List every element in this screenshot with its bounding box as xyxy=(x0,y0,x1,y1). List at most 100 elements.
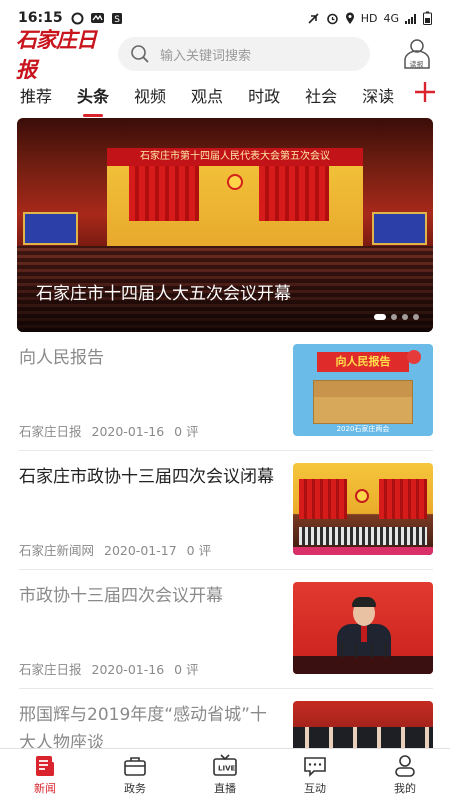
banner-flags-left xyxy=(129,166,199,221)
tab-headlines[interactable]: 头条 xyxy=(77,79,109,111)
news-comments: 0 评 xyxy=(174,424,199,439)
briefcase-icon xyxy=(122,754,148,778)
tabbar-news[interactable]: 新闻 xyxy=(0,749,90,800)
plus-icon xyxy=(415,82,435,102)
news-source: 石家庄新闻网 xyxy=(19,543,95,558)
carousel-dot[interactable] xyxy=(402,314,408,320)
thumb-envelope xyxy=(313,380,413,424)
thumb-mic xyxy=(371,642,373,658)
news-icon xyxy=(32,754,58,778)
svg-text:LIVE: LIVE xyxy=(218,764,235,772)
tabbar-government-label: 政务 xyxy=(124,781,146,795)
tab-society[interactable]: 社会 xyxy=(305,79,337,111)
tabbar-live-label: 直播 xyxy=(214,781,236,795)
thumb-emblem xyxy=(355,489,369,503)
thumb-speaker-hair xyxy=(352,597,376,607)
add-channel-button[interactable] xyxy=(414,80,436,108)
national-emblem xyxy=(227,174,243,190)
news-title: 向人民报告 xyxy=(19,348,104,368)
tabbar-interact-label: 互动 xyxy=(304,781,326,795)
thumb-mic xyxy=(355,642,357,658)
news-text: 市政协十三届四次会议开幕 石家庄日报 2020-01-16 0 评 xyxy=(19,582,293,688)
carousel-dot[interactable] xyxy=(391,314,397,320)
thumb-speaker-tie xyxy=(361,626,367,642)
tab-recommend[interactable]: 推荐 xyxy=(20,79,52,111)
read-paper-label: 读报 xyxy=(410,60,424,69)
alarm-icon xyxy=(326,13,338,24)
news-source: 石家庄日报 xyxy=(19,662,82,677)
banner-hall-title: 石家庄市第十四届人民代表大会第五次会议 xyxy=(107,148,363,166)
news-thumbnail: 向人民报告 2020石家庄两会 xyxy=(293,344,433,436)
headline-banner[interactable]: 石家庄市第十四届人民代表大会第五次会议 石家庄市十四届人大五次会议开幕 xyxy=(17,118,433,332)
category-tabs: 推荐 头条 视频 观点 时政 社会 深读 xyxy=(0,72,450,118)
news-comments: 0 评 xyxy=(186,543,212,558)
chat-icon xyxy=(302,754,328,778)
news-text: 石家庄市政协十三届四次会议闭幕 石家庄新闻网 2020-01-17 0 评 xyxy=(19,463,293,569)
app-notification-icon xyxy=(71,12,84,24)
news-list: 向人民报告 石家庄日报 2020-01-16 0 评 向人民报告 2020石家庄… xyxy=(0,332,450,761)
news-thumbnail xyxy=(293,463,433,555)
news-thumbnail xyxy=(293,582,433,674)
carousel-dot[interactable] xyxy=(374,314,386,320)
news-text: 向人民报告 石家庄日报 2020-01-16 0 评 xyxy=(19,344,293,450)
user-icon xyxy=(392,754,418,778)
thumb-desk xyxy=(293,656,433,674)
banner-screen-left xyxy=(23,212,78,245)
search-icon xyxy=(131,45,149,63)
news-title: 市政协十三届四次会议开幕 xyxy=(19,586,223,606)
location-icon xyxy=(345,12,354,24)
carousel-dot[interactable] xyxy=(413,314,419,320)
tabbar-government[interactable]: 政务 xyxy=(90,749,180,800)
thumb-flags-left xyxy=(299,479,347,519)
live-tv-icon: LIVE xyxy=(212,753,238,778)
banner-screen-right xyxy=(372,212,427,245)
hd-indicator: HD xyxy=(360,11,378,25)
battery-icon xyxy=(423,11,432,25)
tabbar-interact[interactable]: 互动 xyxy=(270,749,360,800)
tab-video[interactable]: 视频 xyxy=(134,79,166,111)
thumb-ribbon: 向人民报告 xyxy=(317,352,409,372)
news-item[interactable]: 石家庄市政协十三届四次会议闭幕 石家庄新闻网 2020-01-17 0 评 xyxy=(19,451,433,570)
thumb-mic xyxy=(341,642,343,658)
banner-flags-right xyxy=(259,166,329,221)
news-meta: 石家庄日报 2020-01-16 0 评 xyxy=(19,659,205,678)
svg-text:S: S xyxy=(114,15,120,25)
read-paper-icon: 读报 xyxy=(404,39,430,69)
bottom-tab-bar: 新闻 政务 LIVE 直播 互动 我的 xyxy=(0,748,450,800)
thumb-badge xyxy=(407,350,421,364)
notification-icons: S xyxy=(71,12,123,25)
news-meta: 石家庄日报 2020-01-16 0 评 xyxy=(19,421,205,440)
signal-icon xyxy=(405,13,416,24)
news-date: 2020-01-16 xyxy=(91,662,165,677)
s-app-icon: S xyxy=(111,12,122,25)
thumb-stage-edge xyxy=(293,547,433,555)
carousel-dots xyxy=(374,314,419,320)
news-date: 2020-01-16 xyxy=(91,424,165,439)
news-item[interactable]: 向人民报告 石家庄日报 2020-01-16 0 评 向人民报告 2020石家庄… xyxy=(19,332,433,451)
signal-4g-label: 4G xyxy=(383,11,399,25)
search-placeholder: 输入关键词搜索 xyxy=(160,48,252,64)
thumb-mic xyxy=(385,642,387,658)
tabbar-mine-label: 我的 xyxy=(394,781,416,795)
news-source: 石家庄日报 xyxy=(19,424,82,439)
news-date: 2020-01-17 xyxy=(104,543,177,558)
banner-caption: 石家庄市十四届人大五次会议开幕 xyxy=(36,284,291,304)
mail-icon xyxy=(90,13,104,23)
thumb-flags-right xyxy=(379,479,427,519)
news-meta: 石家庄新闻网 2020-01-17 0 评 xyxy=(19,540,217,559)
news-title: 石家庄市政协十三届四次会议闭幕 xyxy=(19,467,274,487)
tab-opinion[interactable]: 观点 xyxy=(191,79,223,111)
tabbar-mine[interactable]: 我的 xyxy=(360,749,450,800)
tabbar-live[interactable]: LIVE 直播 xyxy=(180,749,270,800)
tabbar-news-label: 新闻 xyxy=(34,781,56,795)
system-icons: HD 4G xyxy=(307,11,432,25)
mute-icon xyxy=(308,12,319,24)
news-item[interactable]: 市政协十三届四次会议开幕 石家庄日报 2020-01-16 0 评 xyxy=(19,570,433,689)
read-paper-button[interactable]: 读报 xyxy=(400,37,434,71)
thumb-seats xyxy=(299,527,427,545)
search-input[interactable]: 输入关键词搜索 xyxy=(118,37,370,71)
thumb-tag: 2020石家庄两会 xyxy=(336,425,390,433)
app-header: 石家庄日报 输入关键词搜索 读报 xyxy=(0,27,450,82)
news-comments: 0 评 xyxy=(174,662,199,677)
tab-politics[interactable]: 时政 xyxy=(248,79,280,111)
